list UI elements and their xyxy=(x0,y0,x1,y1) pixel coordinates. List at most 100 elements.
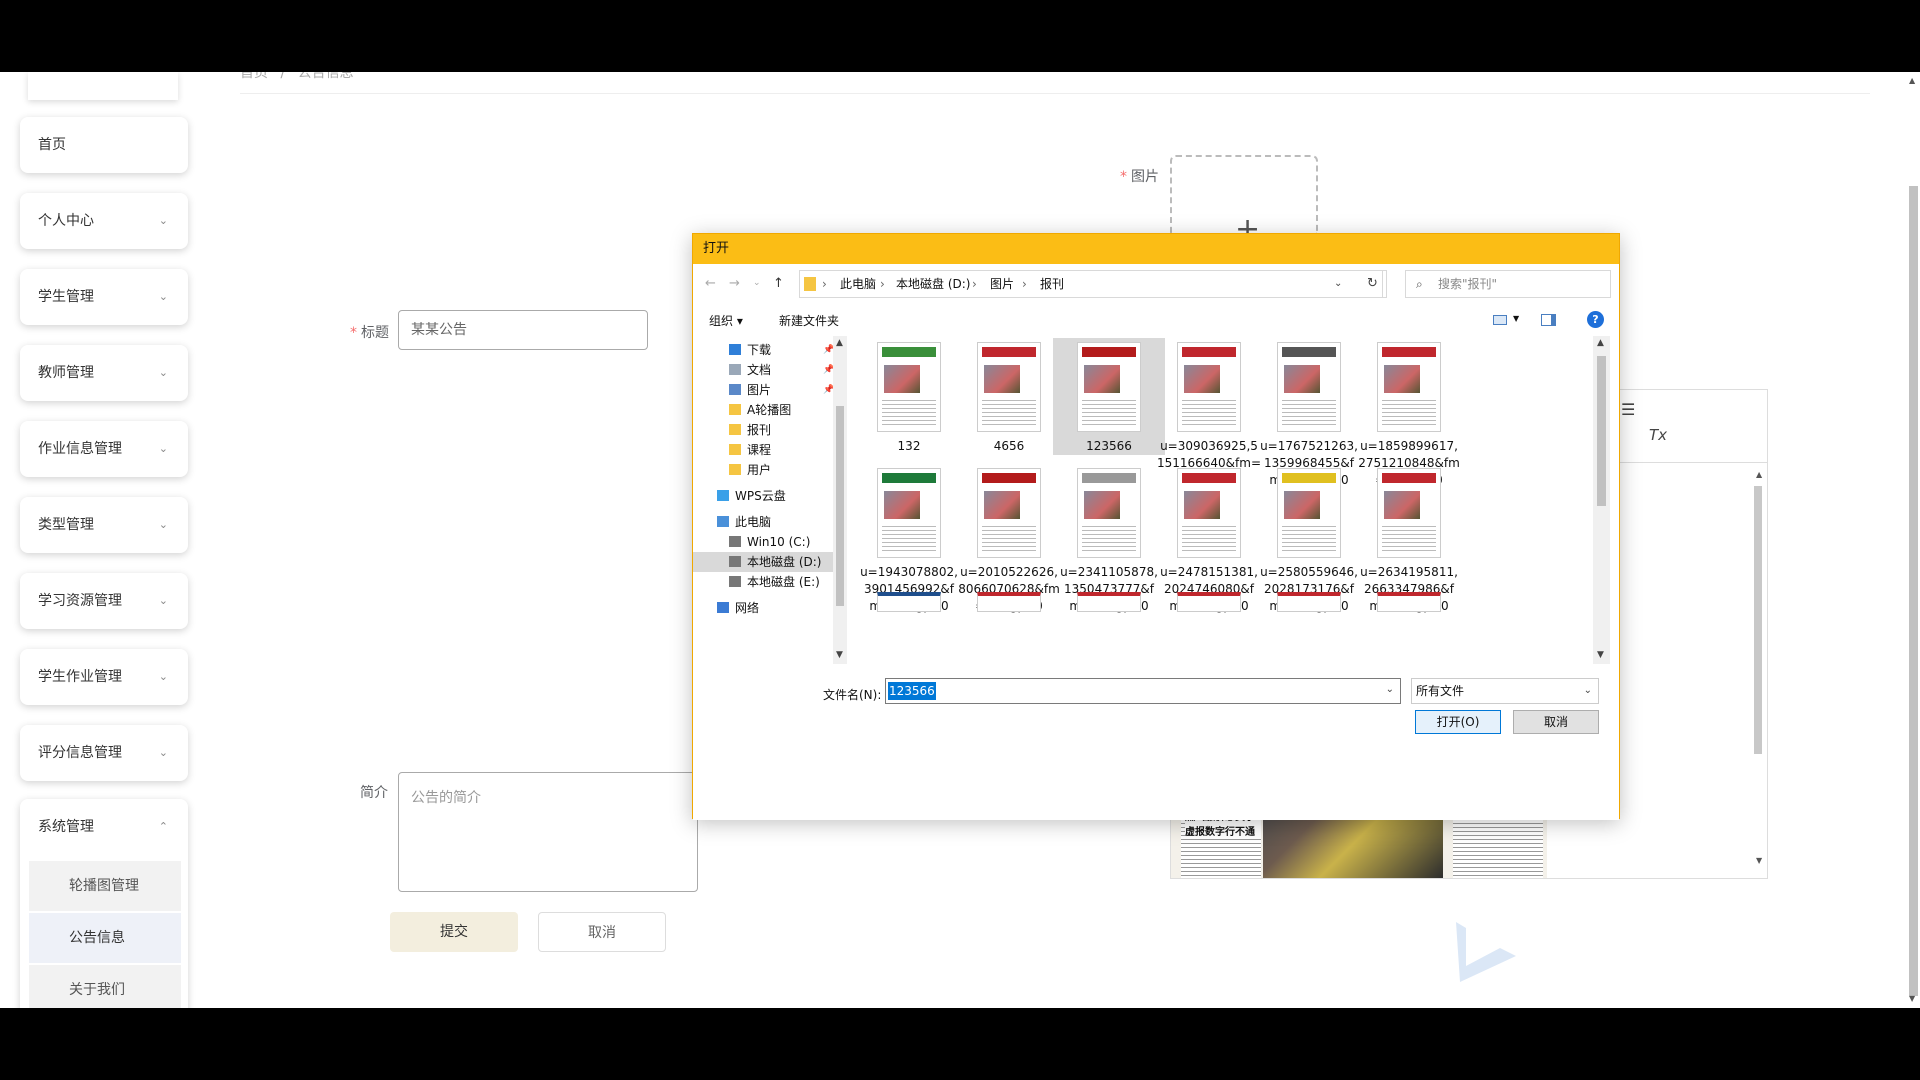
thumbnail-photo xyxy=(1184,365,1220,393)
scroll-up-icon[interactable]: ▲ xyxy=(1597,338,1604,348)
back-icon[interactable]: ← xyxy=(705,276,716,291)
title-label-text: 标题 xyxy=(361,325,389,341)
file-thumbnail[interactable] xyxy=(1077,592,1141,612)
path-segment[interactable]: 此电脑 xyxy=(840,271,876,297)
file-item[interactable]: 4656 xyxy=(953,338,1065,455)
organize-button[interactable]: 组织 ▾ xyxy=(709,312,743,329)
refresh-icon[interactable]: ↻ xyxy=(1359,270,1387,298)
chevron-down-icon: ⌄ xyxy=(158,746,168,759)
sidebar-group-header[interactable]: 系统管理 ⌃ xyxy=(20,799,188,855)
up-icon[interactable]: ↑ xyxy=(773,276,784,291)
sidebar-group-system[interactable]: 系统管理 ⌃ 轮播图管理 公告信息 关于我们 xyxy=(20,799,188,1008)
sidebar-item[interactable]: 学习资源管理 ⌄ xyxy=(20,573,188,629)
file-thumbnail[interactable] xyxy=(1177,592,1241,612)
help-icon[interactable]: ? xyxy=(1587,311,1604,328)
thumbnail-header xyxy=(982,347,1036,357)
sidebar-item[interactable]: 评分信息管理 ⌄ xyxy=(20,725,188,781)
page-scrollbar[interactable]: ▲ ▼ xyxy=(1906,72,1920,1008)
file-thumbnail[interactable] xyxy=(1377,592,1441,612)
open-button[interactable]: 打开(O) xyxy=(1415,710,1501,734)
nav-item[interactable]: WPS云盘 xyxy=(717,486,786,506)
nav-item[interactable]: 图片 📌 xyxy=(729,380,834,400)
page-scroll-thumb[interactable] xyxy=(1909,186,1918,996)
chevron-down-icon: ⌄ xyxy=(158,290,168,303)
navigation-pane: 下载 📌 文档 📌 图片 📌 A轮播图 报刊 课程 用户 WPS云盘 此电脑 Win10 (C:) 本地磁… xyxy=(693,336,848,664)
file-thumbnail[interactable] xyxy=(1277,592,1341,612)
sidebar-item[interactable]: 学生作业管理 ⌄ xyxy=(20,649,188,705)
scroll-up-icon[interactable]: ▲ xyxy=(1756,470,1762,479)
nav-item[interactable]: A轮播图 xyxy=(729,400,791,420)
nav-item[interactable]: Win10 (C:) xyxy=(729,532,810,552)
chevron-down-icon[interactable]: ⌄ xyxy=(1386,684,1394,695)
filetype-select[interactable]: 所有文件 ⌄ xyxy=(1411,678,1599,704)
file-thumbnail[interactable] xyxy=(877,592,941,612)
pictures-icon xyxy=(729,384,741,395)
path-segment[interactable]: 本地磁盘 (D:) xyxy=(896,271,970,297)
dialog-footer: 文件名(N): 123566 ⌄ 所有文件 ⌄ 打开(O) 取消 xyxy=(693,664,1619,820)
scroll-down-icon[interactable]: ▼ xyxy=(1597,650,1604,660)
view-options-icon[interactable] xyxy=(1493,315,1507,325)
scroll-up-icon[interactable]: ▲ xyxy=(836,338,843,348)
dialog-title: 打开 xyxy=(693,234,1619,264)
forward-icon[interactable]: → xyxy=(729,276,740,291)
sidebar-item[interactable]: 作业信息管理 ⌄ xyxy=(20,421,188,477)
sidebar-item[interactable]: 类型管理 ⌄ xyxy=(20,497,188,553)
new-folder-button[interactable]: 新建文件夹 xyxy=(779,312,839,329)
nav-item[interactable]: 报刊 xyxy=(729,420,771,440)
file-name: 4656 xyxy=(993,439,1025,453)
scroll-down-icon[interactable]: ▼ xyxy=(1909,994,1915,1003)
breadcrumb-home[interactable]: 首页 xyxy=(240,72,268,81)
file-item[interactable]: 123566 xyxy=(1053,338,1165,455)
files-scrollbar[interactable]: ▲ ▼ xyxy=(1593,336,1610,664)
nav-item[interactable]: 文档 📌 xyxy=(729,360,834,380)
indent-icon[interactable]: ☰ xyxy=(1621,400,1635,419)
submit-button[interactable]: 提交 xyxy=(390,912,518,952)
title-input[interactable]: 某某公告 xyxy=(398,310,648,350)
thumbnail-text xyxy=(1082,397,1136,427)
scroll-down-icon[interactable]: ▼ xyxy=(1756,856,1762,865)
nav-item[interactable]: 网络 xyxy=(717,598,759,618)
sidebar: 首页个人中心 ⌄ 学生管理 ⌄ 教师管理 ⌄ 作业信息管理 ⌄ 类型管理 ⌄ 学习资源管理 ⌄ 学生作业… xyxy=(18,72,190,1008)
chevron-down-icon[interactable]: ⌄ xyxy=(1334,271,1342,297)
scroll-up-icon[interactable]: ▲ xyxy=(1909,76,1915,85)
letterbox-top xyxy=(0,0,1920,72)
address-bar[interactable]: › 此电脑 › 本地磁盘 (D:) › 图片 › 报刊 ⌄ xyxy=(799,270,1383,298)
preview-pane-icon[interactable] xyxy=(1541,314,1556,326)
editor-scroll-thumb[interactable] xyxy=(1754,486,1762,754)
nav-item[interactable]: 此电脑 xyxy=(717,512,771,532)
search-input[interactable]: ⌕ 搜索"报刊" xyxy=(1405,270,1611,298)
nav-scroll-thumb[interactable] xyxy=(836,406,844,606)
editor-scrollbar[interactable]: ▲ ▼ xyxy=(1753,470,1763,870)
file-thumbnail[interactable] xyxy=(977,592,1041,612)
thumbnail-photo xyxy=(984,365,1020,393)
nav-item-label: 本地磁盘 (E:) xyxy=(747,575,820,589)
nav-item[interactable]: 本地磁盘 (D:) xyxy=(693,552,833,572)
path-segment[interactable]: 图片 xyxy=(990,271,1014,297)
sidebar-item[interactable]: 教师管理 ⌄ xyxy=(20,345,188,401)
nav-scrollbar[interactable]: ▲ ▼ xyxy=(833,336,847,664)
nav-item[interactable]: 课程 xyxy=(729,440,771,460)
sidebar-subitem-banner[interactable]: 轮播图管理 xyxy=(29,861,181,911)
thumbnail-text xyxy=(982,397,1036,427)
cancel-button[interactable]: 取消 xyxy=(538,912,666,952)
files-scroll-thumb[interactable] xyxy=(1597,356,1606,506)
sidebar-subitem-notice[interactable]: 公告信息 xyxy=(29,913,181,963)
path-segment[interactable]: 报刊 xyxy=(1040,271,1064,297)
nav-item[interactable]: 用户 xyxy=(729,460,771,480)
recent-dropdown-icon[interactable]: ⌄ xyxy=(753,278,761,288)
clear-format-icon[interactable]: Tx xyxy=(1649,426,1667,444)
sidebar-item[interactable]: 学生管理 ⌄ xyxy=(20,269,188,325)
scroll-down-icon[interactable]: ▼ xyxy=(836,650,843,660)
intro-textarea[interactable]: 公告的简介 xyxy=(398,772,698,892)
file-item[interactable]: 132 xyxy=(853,338,965,455)
sidebar-subitem-about[interactable]: 关于我们 xyxy=(29,965,181,1008)
nav-item-label: A轮播图 xyxy=(747,403,792,417)
sidebar-item[interactable]: 首页 xyxy=(20,117,188,173)
filename-input[interactable]: 123566 ⌄ xyxy=(885,678,1401,704)
dialog-cancel-button[interactable]: 取消 xyxy=(1513,710,1599,734)
chevron-down-icon[interactable]: ▼ xyxy=(1513,314,1519,323)
thumbnail-photo xyxy=(1384,365,1420,393)
nav-item[interactable]: 下载 📌 xyxy=(729,340,834,360)
sidebar-item[interactable]: 个人中心 ⌄ xyxy=(20,193,188,249)
nav-item[interactable]: 本地磁盘 (E:) xyxy=(729,572,820,592)
